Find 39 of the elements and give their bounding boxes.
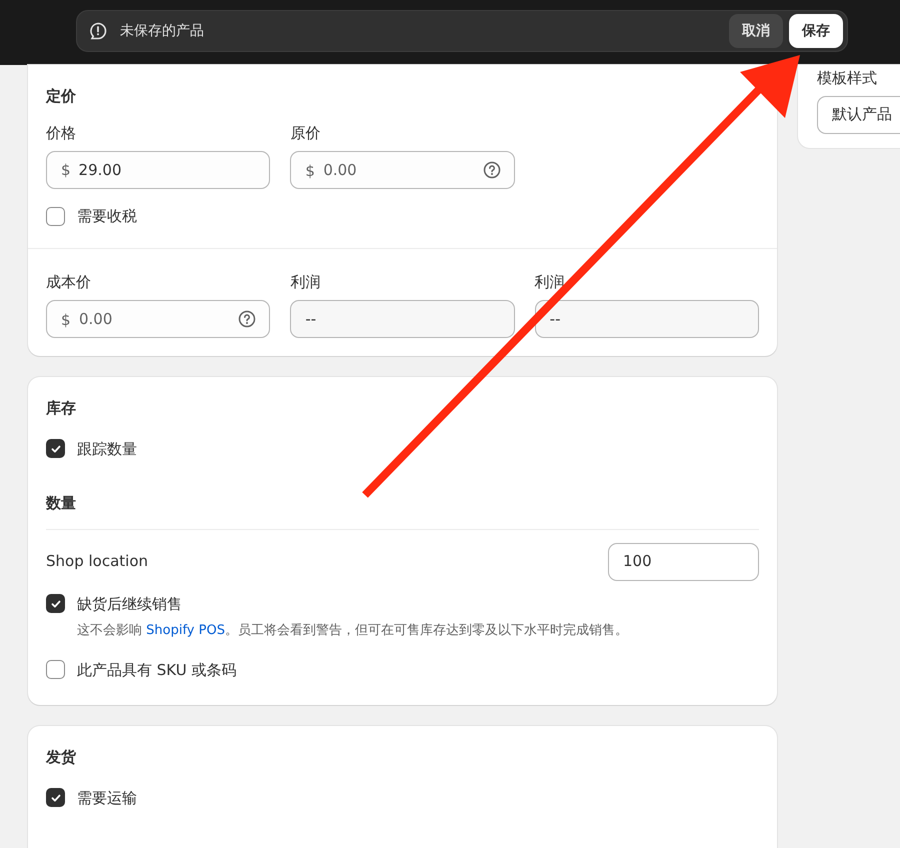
checkbox-label: 跟踪数量 [77, 438, 137, 460]
unsaved-message: 未保存的产品 [120, 22, 205, 40]
currency-prefix: $ [305, 161, 315, 182]
checkbox[interactable] [46, 206, 65, 226]
field-label: 原价 [290, 122, 320, 144]
checkmark-icon [50, 598, 62, 610]
section-subtitle: 数量 [46, 492, 759, 530]
field-label: 利润 [290, 272, 320, 292]
checkbox[interactable] [46, 660, 65, 680]
checkbox-label: 缺货后继续销售 [77, 594, 182, 614]
discard-button[interactable]: 取消 [729, 14, 783, 48]
checkbox[interactable] [46, 439, 65, 458]
checkbox[interactable] [46, 594, 65, 614]
input-field[interactable]: $ 29.00 [46, 151, 270, 189]
checkbox-label: 需要收税 [77, 206, 137, 227]
input-field[interactable]: -- [534, 300, 759, 338]
save-button[interactable]: 保存 [789, 14, 843, 48]
checkbox[interactable] [46, 788, 65, 808]
input-field[interactable]: -- [290, 300, 515, 338]
currency-prefix: $ [61, 160, 71, 181]
template-select[interactable]: 默认产品 [817, 96, 900, 134]
checkbox-label: 此产品具有 SKU 或条码 [77, 660, 236, 680]
checkmark-icon [50, 442, 62, 455]
field-label: 模板样式 [817, 68, 878, 89]
section-title: 定价 [46, 86, 77, 107]
section-title: 库存 [46, 398, 77, 419]
shopify-pos-link[interactable]: Shopify POS [146, 623, 225, 638]
quantity-field[interactable]: 100 [608, 542, 759, 580]
section-title: 发货 [46, 747, 77, 768]
location-name: Shop location [46, 551, 148, 572]
help-icon[interactable] [482, 161, 501, 179]
field-label: 成本价 [46, 272, 91, 292]
help-text: 这不会影响 Shopify POS。员工将会看到警告，但可在可售库存达到零及以下水平时完成销售。 [77, 622, 629, 640]
help-icon[interactable] [238, 310, 256, 328]
alert-icon [89, 22, 107, 40]
currency-prefix: $ [61, 310, 71, 331]
field-label: 价格 [46, 122, 76, 144]
checkmark-icon [50, 792, 62, 804]
checkbox-label: 需要运输 [77, 788, 137, 808]
